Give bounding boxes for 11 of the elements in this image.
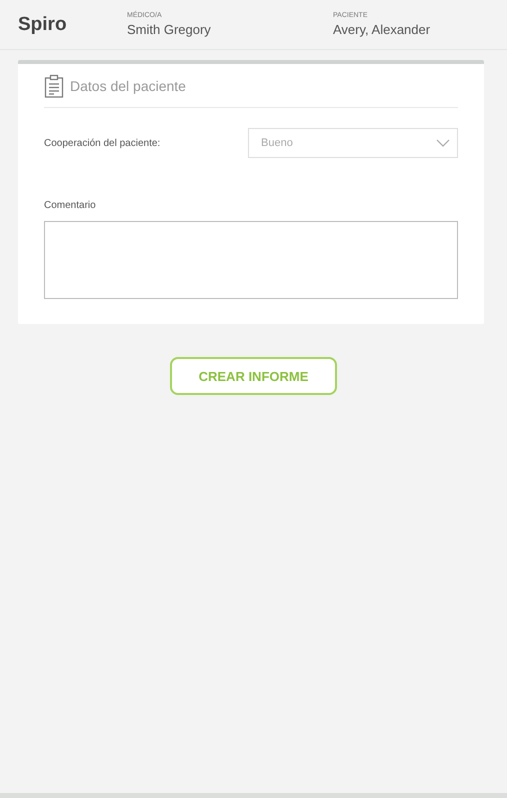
cooperation-label: Cooperación del paciente: [44, 138, 162, 148]
comment-label: Comentario [44, 200, 97, 211]
create-report-button[interactable]: CREAR INFORME [170, 357, 337, 395]
card-title: Datos del paciente [70, 78, 186, 94]
field-value: Avery, Alexander [333, 22, 430, 37]
clipboard-icon [44, 74, 64, 98]
field-value: Smith Gregory [127, 22, 212, 37]
app-name: Spiro [18, 14, 68, 36]
chevron-down-icon [436, 139, 450, 147]
cooperation-dropdown[interactable]: Bueno [248, 128, 458, 158]
comment-field[interactable] [44, 221, 458, 299]
